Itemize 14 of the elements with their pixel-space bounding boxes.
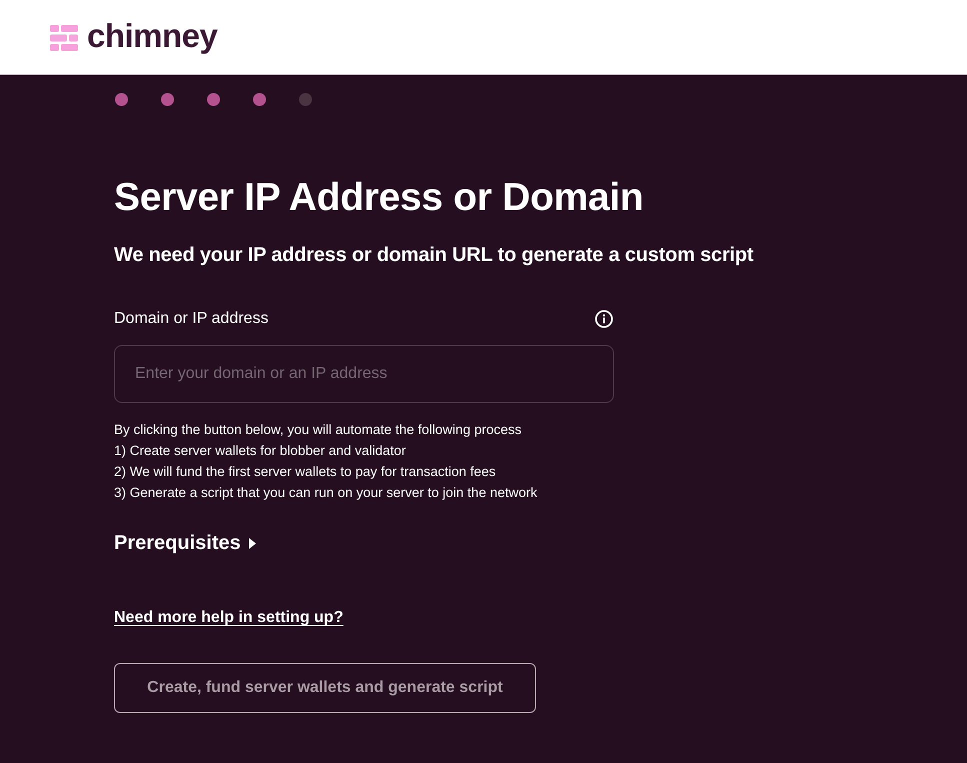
caret-right-icon <box>248 538 256 548</box>
process-step-text: 1) Create server wallets for blobber and validator <box>114 442 407 460</box>
domain-input-field[interactable]: Enter your domain or an IP address <box>114 345 614 403</box>
process-intro-text: By clicking the button below, you will automate the following process <box>114 421 522 439</box>
process-step-text: 3) Generate a script that you can run on your server to join the network <box>114 484 538 502</box>
page-subtitle: We need your IP address or domain URL to generate a custom script <box>114 243 754 268</box>
brick-stack-icon <box>50 24 78 52</box>
logo-text[interactable]: chimney <box>87 19 218 56</box>
info-icon[interactable] <box>595 310 613 328</box>
field-label: Domain or IP address <box>114 309 268 329</box>
prerequisites-toggle[interactable]: Prerequisites <box>114 530 256 556</box>
process-step-text: 2) We will fund the first server wallets to pay for transaction fees <box>114 463 497 481</box>
help-link[interactable]: Need more help in setting up? <box>114 607 344 629</box>
page-title: Server IP Address or Domain <box>114 175 644 221</box>
